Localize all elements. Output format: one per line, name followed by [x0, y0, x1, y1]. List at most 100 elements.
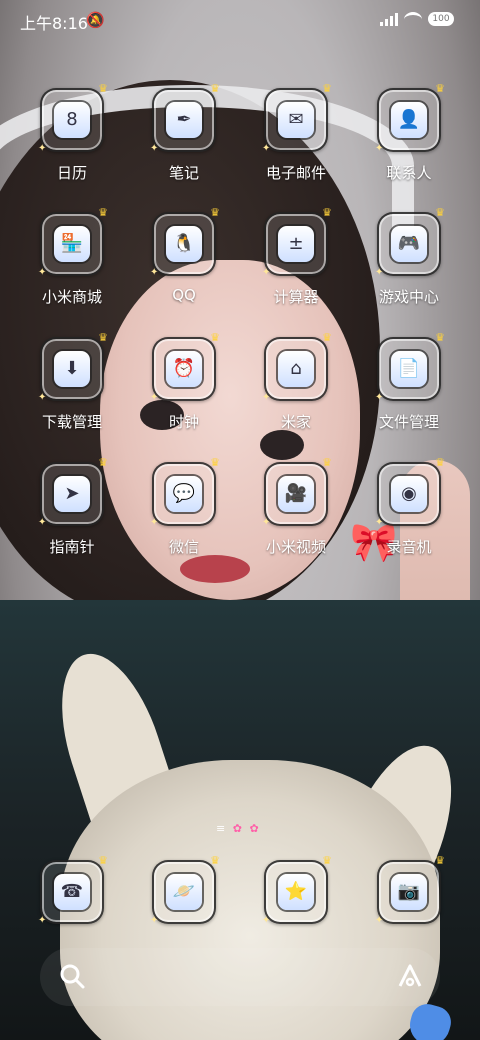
app-3[interactable]: ✉ ♛ ✦ 电子邮件 [246, 82, 346, 183]
sparkle-icon: ✦ [38, 143, 47, 154]
crown-icon: ♛ [210, 206, 220, 219]
sparkle-icon: ✦ [375, 267, 384, 278]
app-label: 微信 [168, 538, 199, 556]
app-tile[interactable]: ◉ ♛ ✦ [375, 456, 445, 528]
app-5[interactable]: 🏪 ♛ ✦ 小米商城 [22, 206, 122, 307]
app-tile[interactable]: 🎥 ♛ ✦ [262, 456, 332, 528]
app-tile[interactable]: ➤ ♛ ✦ [38, 456, 108, 528]
crown-icon: ♛ [98, 82, 108, 95]
app-4[interactable]: 👤 ♛ ✦ 联系人 [359, 82, 459, 183]
crown-icon: ♛ [322, 206, 332, 219]
app-9[interactable]: ⬇ ♛ ✦ 下载管理 [22, 331, 122, 432]
app-14[interactable]: 💬 ♛ ✦ 微信 [134, 456, 234, 557]
search-icon[interactable] [58, 962, 86, 990]
wallpaper-lips [180, 555, 250, 583]
app-2[interactable]: ✒ ♛ ✦ 笔记 [134, 82, 234, 183]
crown-icon: ♛ [98, 854, 108, 867]
app-6[interactable]: 🐧 ♛ ✦ QQ [134, 206, 234, 304]
chat-bubble-icon: 💬 [166, 476, 202, 512]
store-icon: 🏪 [54, 226, 90, 262]
app-label: 笔记 [168, 164, 199, 182]
crown-icon: ♛ [435, 206, 445, 219]
app-label: 米家 [280, 413, 311, 431]
crown-icon: ♛ [210, 456, 220, 469]
battery-icon: 100 [428, 12, 454, 26]
dock-tile[interactable]: ☎ ♛ ✦ [38, 854, 108, 926]
mail-icon: ✉ [278, 102, 314, 138]
app-label: 文件管理 [378, 413, 439, 431]
dock-app-1[interactable]: ☎ ♛ ✦ [22, 854, 122, 926]
calendar-icon: 8 [54, 102, 90, 138]
sparkle-icon: ✦ [262, 517, 271, 528]
sparkle-icon: ✦ [262, 267, 271, 278]
crown-icon: ♛ [210, 82, 220, 95]
dock-tile[interactable]: 📷 ♛ ✦ [375, 854, 445, 926]
sparkle-icon: ✦ [38, 267, 47, 278]
home-icon: ⌂ [278, 351, 314, 387]
folder-icon: 📄 [391, 351, 427, 387]
app-tile[interactable]: ⌂ ♛ ✦ [262, 331, 332, 403]
crown-icon: ♛ [435, 854, 445, 867]
wallpaper-eye-right [260, 430, 304, 460]
sparkle-icon: ✦ [38, 915, 47, 926]
app-tile[interactable]: ⬇ ♛ ✦ [38, 331, 108, 403]
sparkle-icon: ✦ [262, 392, 271, 403]
sparkle-icon: ✦ [262, 143, 271, 154]
app-label: 日历 [56, 164, 87, 182]
search-bar[interactable] [40, 948, 440, 1006]
app-tile[interactable]: 🏪 ♛ ✦ [38, 206, 108, 278]
sparkle-icon: ✦ [150, 915, 159, 926]
sparkle-icon: ✦ [150, 517, 159, 528]
app-tile[interactable]: 8 ♛ ✦ [38, 82, 108, 154]
dock-app-3[interactable]: ⭐ ♛ ✦ [246, 854, 346, 926]
assistant-icon[interactable] [396, 962, 424, 990]
sparkle-icon: ✦ [262, 915, 271, 926]
app-7[interactable]: ± ♛ ✦ 计算器 [246, 206, 346, 307]
app-label: QQ [172, 286, 196, 304]
dock-app-2[interactable]: 🪐 ♛ ✦ [134, 854, 234, 926]
video-camera-icon: 🎥 [278, 476, 314, 512]
sparkle-icon: ✦ [150, 267, 159, 278]
compass-icon: ➤ [54, 476, 90, 512]
recorder-icon: ◉ [391, 476, 427, 512]
app-8[interactable]: 🎮 ♛ ✦ 游戏中心 [359, 206, 459, 307]
app-16[interactable]: ◉ ♛ ✦ 录音机 [359, 456, 459, 557]
app-tile[interactable]: 🐧 ♛ ✦ [150, 206, 220, 278]
page-indicator[interactable]: ≡ ✿ ✿ [216, 822, 261, 835]
crown-icon: ♛ [98, 206, 108, 219]
app-tile[interactable]: 👤 ♛ ✦ [375, 82, 445, 154]
app-1[interactable]: 8 ♛ ✦ 日历 [22, 82, 122, 183]
app-11[interactable]: ⌂ ♛ ✦ 米家 [246, 331, 346, 432]
app-tile[interactable]: 📄 ♛ ✦ [375, 331, 445, 403]
qq-penguin-icon: 🐧 [166, 226, 202, 262]
app-label: 小米视频 [265, 538, 326, 556]
crown-icon: ♛ [98, 456, 108, 469]
wifi-icon [404, 12, 422, 27]
app-tile[interactable]: ± ♛ ✦ [262, 206, 332, 278]
dock-app-4[interactable]: 📷 ♛ ✦ [359, 854, 459, 926]
app-12[interactable]: 📄 ♛ ✦ 文件管理 [359, 331, 459, 432]
crown-icon: ♛ [435, 456, 445, 469]
sparkle-icon: ✦ [150, 392, 159, 403]
status-time: 上午8:16 [20, 14, 88, 33]
app-tile[interactable]: ✉ ♛ ✦ [262, 82, 332, 154]
sparkle-icon: ✦ [375, 517, 384, 528]
gamepad-icon: 🎮 [391, 226, 427, 262]
crown-icon: ♛ [98, 331, 108, 344]
app-tile[interactable]: ✒ ♛ ✦ [150, 82, 220, 154]
crown-icon: ♛ [210, 331, 220, 344]
app-tile[interactable]: 🎮 ♛ ✦ [375, 206, 445, 278]
app-tile[interactable]: 💬 ♛ ✦ [150, 456, 220, 528]
sparkle-icon: ✦ [375, 915, 384, 926]
crown-icon: ♛ [322, 82, 332, 95]
crown-icon: ♛ [322, 854, 332, 867]
app-label: 录音机 [386, 538, 432, 556]
bell-off-icon: 🔕 [86, 11, 105, 29]
app-13[interactable]: ➤ ♛ ✦ 指南针 [22, 456, 122, 557]
dock-tile[interactable]: ⭐ ♛ ✦ [262, 854, 332, 926]
app-10[interactable]: ⏰ ♛ ✦ 时钟 [134, 331, 234, 432]
app-15[interactable]: 🎥 ♛ ✦ 小米视频 [246, 456, 346, 557]
crown-icon: ♛ [322, 456, 332, 469]
dock-tile[interactable]: 🪐 ♛ ✦ [150, 854, 220, 926]
app-tile[interactable]: ⏰ ♛ ✦ [150, 331, 220, 403]
